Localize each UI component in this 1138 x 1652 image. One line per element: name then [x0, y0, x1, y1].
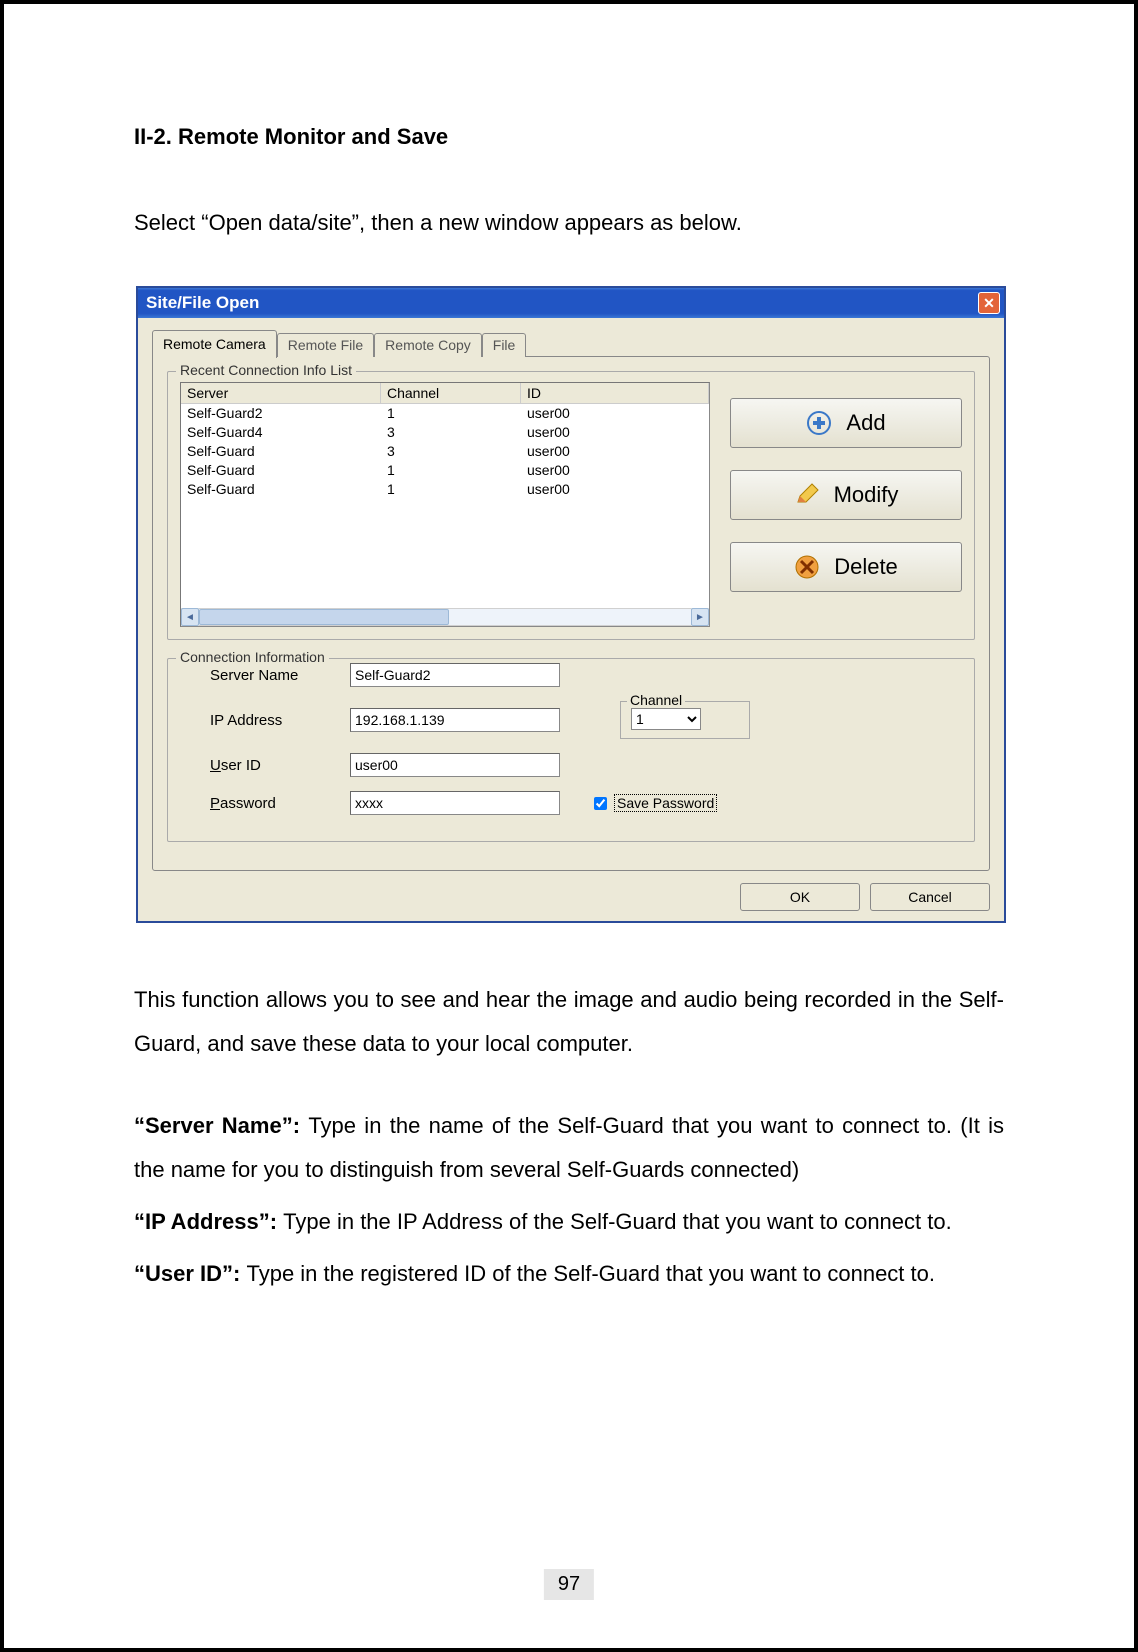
desc-server-name: “Server Name”: Type in the name of the S… [134, 1104, 1004, 1192]
label-user-id: User ID [180, 757, 350, 774]
save-password-wrap: Save Password [590, 794, 717, 813]
page: II-2. Remote Monitor and Save Select “Op… [0, 0, 1138, 1652]
list-item[interactable]: Self-Guard43user00 [181, 423, 709, 442]
body-text: This function allows you to see and hear… [134, 978, 1004, 1296]
delete-label: Delete [834, 554, 898, 580]
close-icon[interactable]: ✕ [978, 292, 1000, 314]
user-id-field[interactable] [350, 753, 560, 777]
add-button[interactable]: Add [730, 398, 962, 448]
tab-file[interactable]: File [482, 333, 527, 357]
row-ip: IP Address Channel 1 [180, 701, 962, 739]
connection-list: Server Channel ID Self-Guard21user00Self… [180, 382, 710, 627]
scroll-track[interactable] [199, 608, 691, 626]
col-header-channel[interactable]: Channel [381, 383, 521, 403]
desc-user-label: “User ID”: [134, 1261, 246, 1286]
dialog-window: Site/File Open ✕ Remote Camera Remote Fi… [136, 286, 1006, 923]
save-password-label[interactable]: Save Password [614, 794, 717, 812]
tab-remote-camera[interactable]: Remote Camera [152, 330, 277, 358]
titlebar-title: Site/File Open [146, 293, 259, 313]
row-password: Password Save Password [180, 791, 962, 815]
list-item[interactable]: Self-Guard21user00 [181, 404, 709, 423]
channel-group: Channel 1 [620, 701, 750, 739]
ok-button[interactable]: OK [740, 883, 860, 911]
recent-connection-group: Recent Connection Info List Server Chann… [167, 371, 975, 640]
col-header-server[interactable]: Server [181, 383, 381, 403]
desc-ip: “IP Address”: Type in the IP Address of … [134, 1200, 1004, 1244]
label-password: Password [180, 795, 350, 812]
side-buttons: Add Modify [730, 382, 962, 592]
tab-remote-copy[interactable]: Remote Copy [374, 333, 482, 357]
password-field[interactable] [350, 791, 560, 815]
cancel-button[interactable]: Cancel [870, 883, 990, 911]
modify-label: Modify [834, 482, 899, 508]
desc-user-text: Type in the registered ID of the Self-Gu… [246, 1261, 935, 1286]
label-server-name: Server Name [180, 667, 350, 684]
list-item[interactable]: Self-Guard1user00 [181, 461, 709, 480]
listview-rows: Self-Guard21user00Self-Guard43user00Self… [181, 404, 709, 499]
desc-server-name-label: “Server Name”: [134, 1113, 308, 1138]
row-user: User ID [180, 753, 962, 777]
dialog-footer: OK Cancel [138, 877, 1004, 921]
paragraph-function: This function allows you to see and hear… [134, 978, 1004, 1066]
ip-address-field[interactable] [350, 708, 560, 732]
connection-info-title: Connection Information [176, 649, 329, 665]
modify-button[interactable]: Modify [730, 470, 962, 520]
scroll-left-icon[interactable]: ◄ [181, 608, 199, 626]
scroll-thumb[interactable] [199, 609, 449, 625]
delete-icon [794, 554, 820, 580]
recent-connection-title: Recent Connection Info List [176, 362, 356, 378]
desc-ip-label: “IP Address”: [134, 1209, 283, 1234]
col-header-id[interactable]: ID [521, 383, 709, 403]
pencil-icon [794, 482, 820, 508]
save-password-checkbox[interactable] [594, 797, 607, 810]
dialog-body: Remote Camera Remote File Remote Copy Fi… [138, 318, 1004, 877]
listview-inner[interactable]: Server Channel ID Self-Guard21user00Self… [180, 382, 710, 627]
section-heading: II-2. Remote Monitor and Save [134, 124, 1004, 150]
tab-remote-file[interactable]: Remote File [277, 333, 374, 357]
server-name-field[interactable] [350, 663, 560, 687]
titlebar: Site/File Open ✕ [138, 288, 1004, 318]
delete-button[interactable]: Delete [730, 542, 962, 592]
list-item[interactable]: Self-Guard1user00 [181, 480, 709, 499]
listview-header: Server Channel ID [181, 383, 709, 404]
add-icon [806, 410, 832, 436]
row-server-name: Server Name [180, 663, 962, 687]
label-channel: Channel [627, 692, 685, 708]
intro-text: Select “Open data/site”, then a new wind… [134, 210, 1004, 236]
tab-strip: Remote Camera Remote File Remote Copy Fi… [152, 329, 990, 357]
list-item[interactable]: Self-Guard3user00 [181, 442, 709, 461]
connection-info-group: Connection Information Server Name IP Ad… [167, 658, 975, 842]
scroll-right-icon[interactable]: ► [691, 608, 709, 626]
list-area: Server Channel ID Self-Guard21user00Self… [180, 382, 962, 627]
desc-ip-text: Type in the IP Address of the Self-Guard… [283, 1209, 952, 1234]
channel-select[interactable]: 1 [631, 708, 701, 730]
horizontal-scrollbar[interactable]: ◄ ► [181, 608, 709, 626]
label-ip: IP Address [180, 712, 350, 729]
tab-panel: Recent Connection Info List Server Chann… [152, 356, 990, 871]
page-number: 97 [544, 1569, 594, 1600]
content-area: II-2. Remote Monitor and Save Select “Op… [4, 4, 1134, 1296]
desc-user: “User ID”: Type in the registered ID of … [134, 1252, 1004, 1296]
add-label: Add [846, 410, 885, 436]
